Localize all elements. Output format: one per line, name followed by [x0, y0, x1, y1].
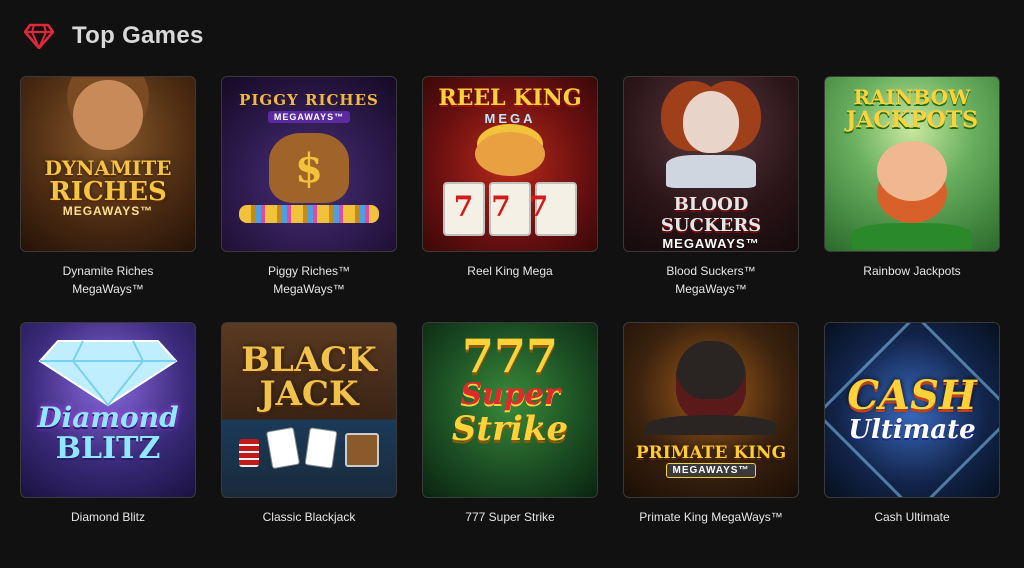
- art-title: RICHES: [49, 177, 167, 207]
- game-card[interactable]: PIGGY RICHES MEGAWAYS™ $ Piggy Riches™ M…: [221, 76, 397, 322]
- art-subtitle: MEGAWAYS™: [62, 204, 154, 218]
- art-subtitle: MEGAWAYS™: [662, 236, 760, 251]
- art-reels: 777: [453, 190, 567, 223]
- art-title: JACKPOTS: [845, 107, 979, 133]
- game-thumbnail[interactable]: DYNAMITE RICHES MEGAWAYS™: [20, 76, 196, 252]
- game-name[interactable]: Blood Suckers™ MegaWays™: [636, 262, 786, 298]
- games-grid: DYNAMITE RICHES MEGAWAYS™ Dynamite Riche…: [20, 76, 1000, 568]
- game-name[interactable]: Rainbow Jackpots: [837, 262, 987, 280]
- game-card[interactable]: DYNAMITE RICHES MEGAWAYS™ Dynamite Riche…: [20, 76, 196, 322]
- game-name[interactable]: Piggy Riches™ MegaWays™: [234, 262, 384, 298]
- art-title: BLOOD: [673, 194, 749, 215]
- diamond-art-icon: [38, 340, 178, 407]
- diamond-icon: [24, 23, 54, 49]
- game-card[interactable]: CASH Ultimate Cash Ultimate: [824, 322, 1000, 568]
- game-name[interactable]: Reel King Mega: [435, 262, 585, 280]
- game-thumbnail[interactable]: REEL KING MEGA 777: [422, 76, 598, 252]
- game-name[interactable]: 777 Super Strike: [435, 508, 585, 526]
- game-card[interactable]: REEL KING MEGA 777 Reel King Mega: [422, 76, 598, 322]
- game-name[interactable]: Classic Blackjack: [234, 508, 384, 526]
- game-card[interactable]: PRIMATE KING MEGAWAYS™ Primate King Mega…: [623, 322, 799, 568]
- game-name[interactable]: Diamond Blitz: [33, 508, 183, 526]
- game-thumbnail[interactable]: PRIMATE KING MEGAWAYS™: [623, 322, 799, 498]
- art-title: RAINBOW: [853, 85, 971, 109]
- art-subtitle: Ultimate: [848, 415, 976, 445]
- art-subtitle: MEGA: [484, 111, 536, 126]
- art-title: Diamond: [37, 401, 179, 434]
- art-title: Super: [460, 377, 560, 412]
- game-card[interactable]: Diamond BLITZ Diamond Blitz: [20, 322, 196, 568]
- game-card[interactable]: RAINBOW JACKPOTS Rainbow Jackpots: [824, 76, 1000, 322]
- art-title: RICHES: [305, 91, 379, 109]
- game-name[interactable]: Dynamite Riches MegaWays™: [33, 262, 183, 298]
- section-header: Top Games: [24, 16, 204, 56]
- art-title: BLITZ: [55, 431, 161, 466]
- game-name[interactable]: Cash Ultimate: [837, 508, 987, 526]
- art-subtitle: MEGAWAYS™: [267, 111, 351, 123]
- art-title: 777: [461, 329, 559, 383]
- art-title: PIGGY: [239, 91, 299, 109]
- art-title: REEL KING: [438, 85, 582, 111]
- game-card[interactable]: 777 Super Strike 777 Super Strike: [422, 322, 598, 568]
- game-thumbnail[interactable]: RAINBOW JACKPOTS: [824, 76, 1000, 252]
- section-title: Top Games: [72, 22, 204, 49]
- art-title: CASH: [847, 372, 977, 419]
- game-thumbnail[interactable]: 777 Super Strike: [422, 322, 598, 498]
- art-subtitle: Strike: [451, 409, 569, 449]
- art-subtitle: MEGAWAYS™: [665, 463, 757, 478]
- game-name[interactable]: Primate King MegaWays™: [636, 508, 786, 526]
- art-title: PRIMATE KING: [635, 443, 787, 463]
- game-card[interactable]: BLACK JACK Classic Blackjack: [221, 322, 397, 568]
- game-thumbnail[interactable]: BLACK JACK: [221, 322, 397, 498]
- game-thumbnail[interactable]: PIGGY RICHES MEGAWAYS™ $: [221, 76, 397, 252]
- art-title: SUCKERS: [660, 215, 762, 236]
- art-title: JACK: [259, 374, 359, 414]
- game-thumbnail[interactable]: CASH Ultimate: [824, 322, 1000, 498]
- game-thumbnail[interactable]: BLOOD SUCKERS MEGAWAYS™: [623, 76, 799, 252]
- game-card[interactable]: BLOOD SUCKERS MEGAWAYS™ Blood Suckers™ M…: [623, 76, 799, 322]
- game-thumbnail[interactable]: Diamond BLITZ: [20, 322, 196, 498]
- art-title: BLACK: [241, 340, 377, 380]
